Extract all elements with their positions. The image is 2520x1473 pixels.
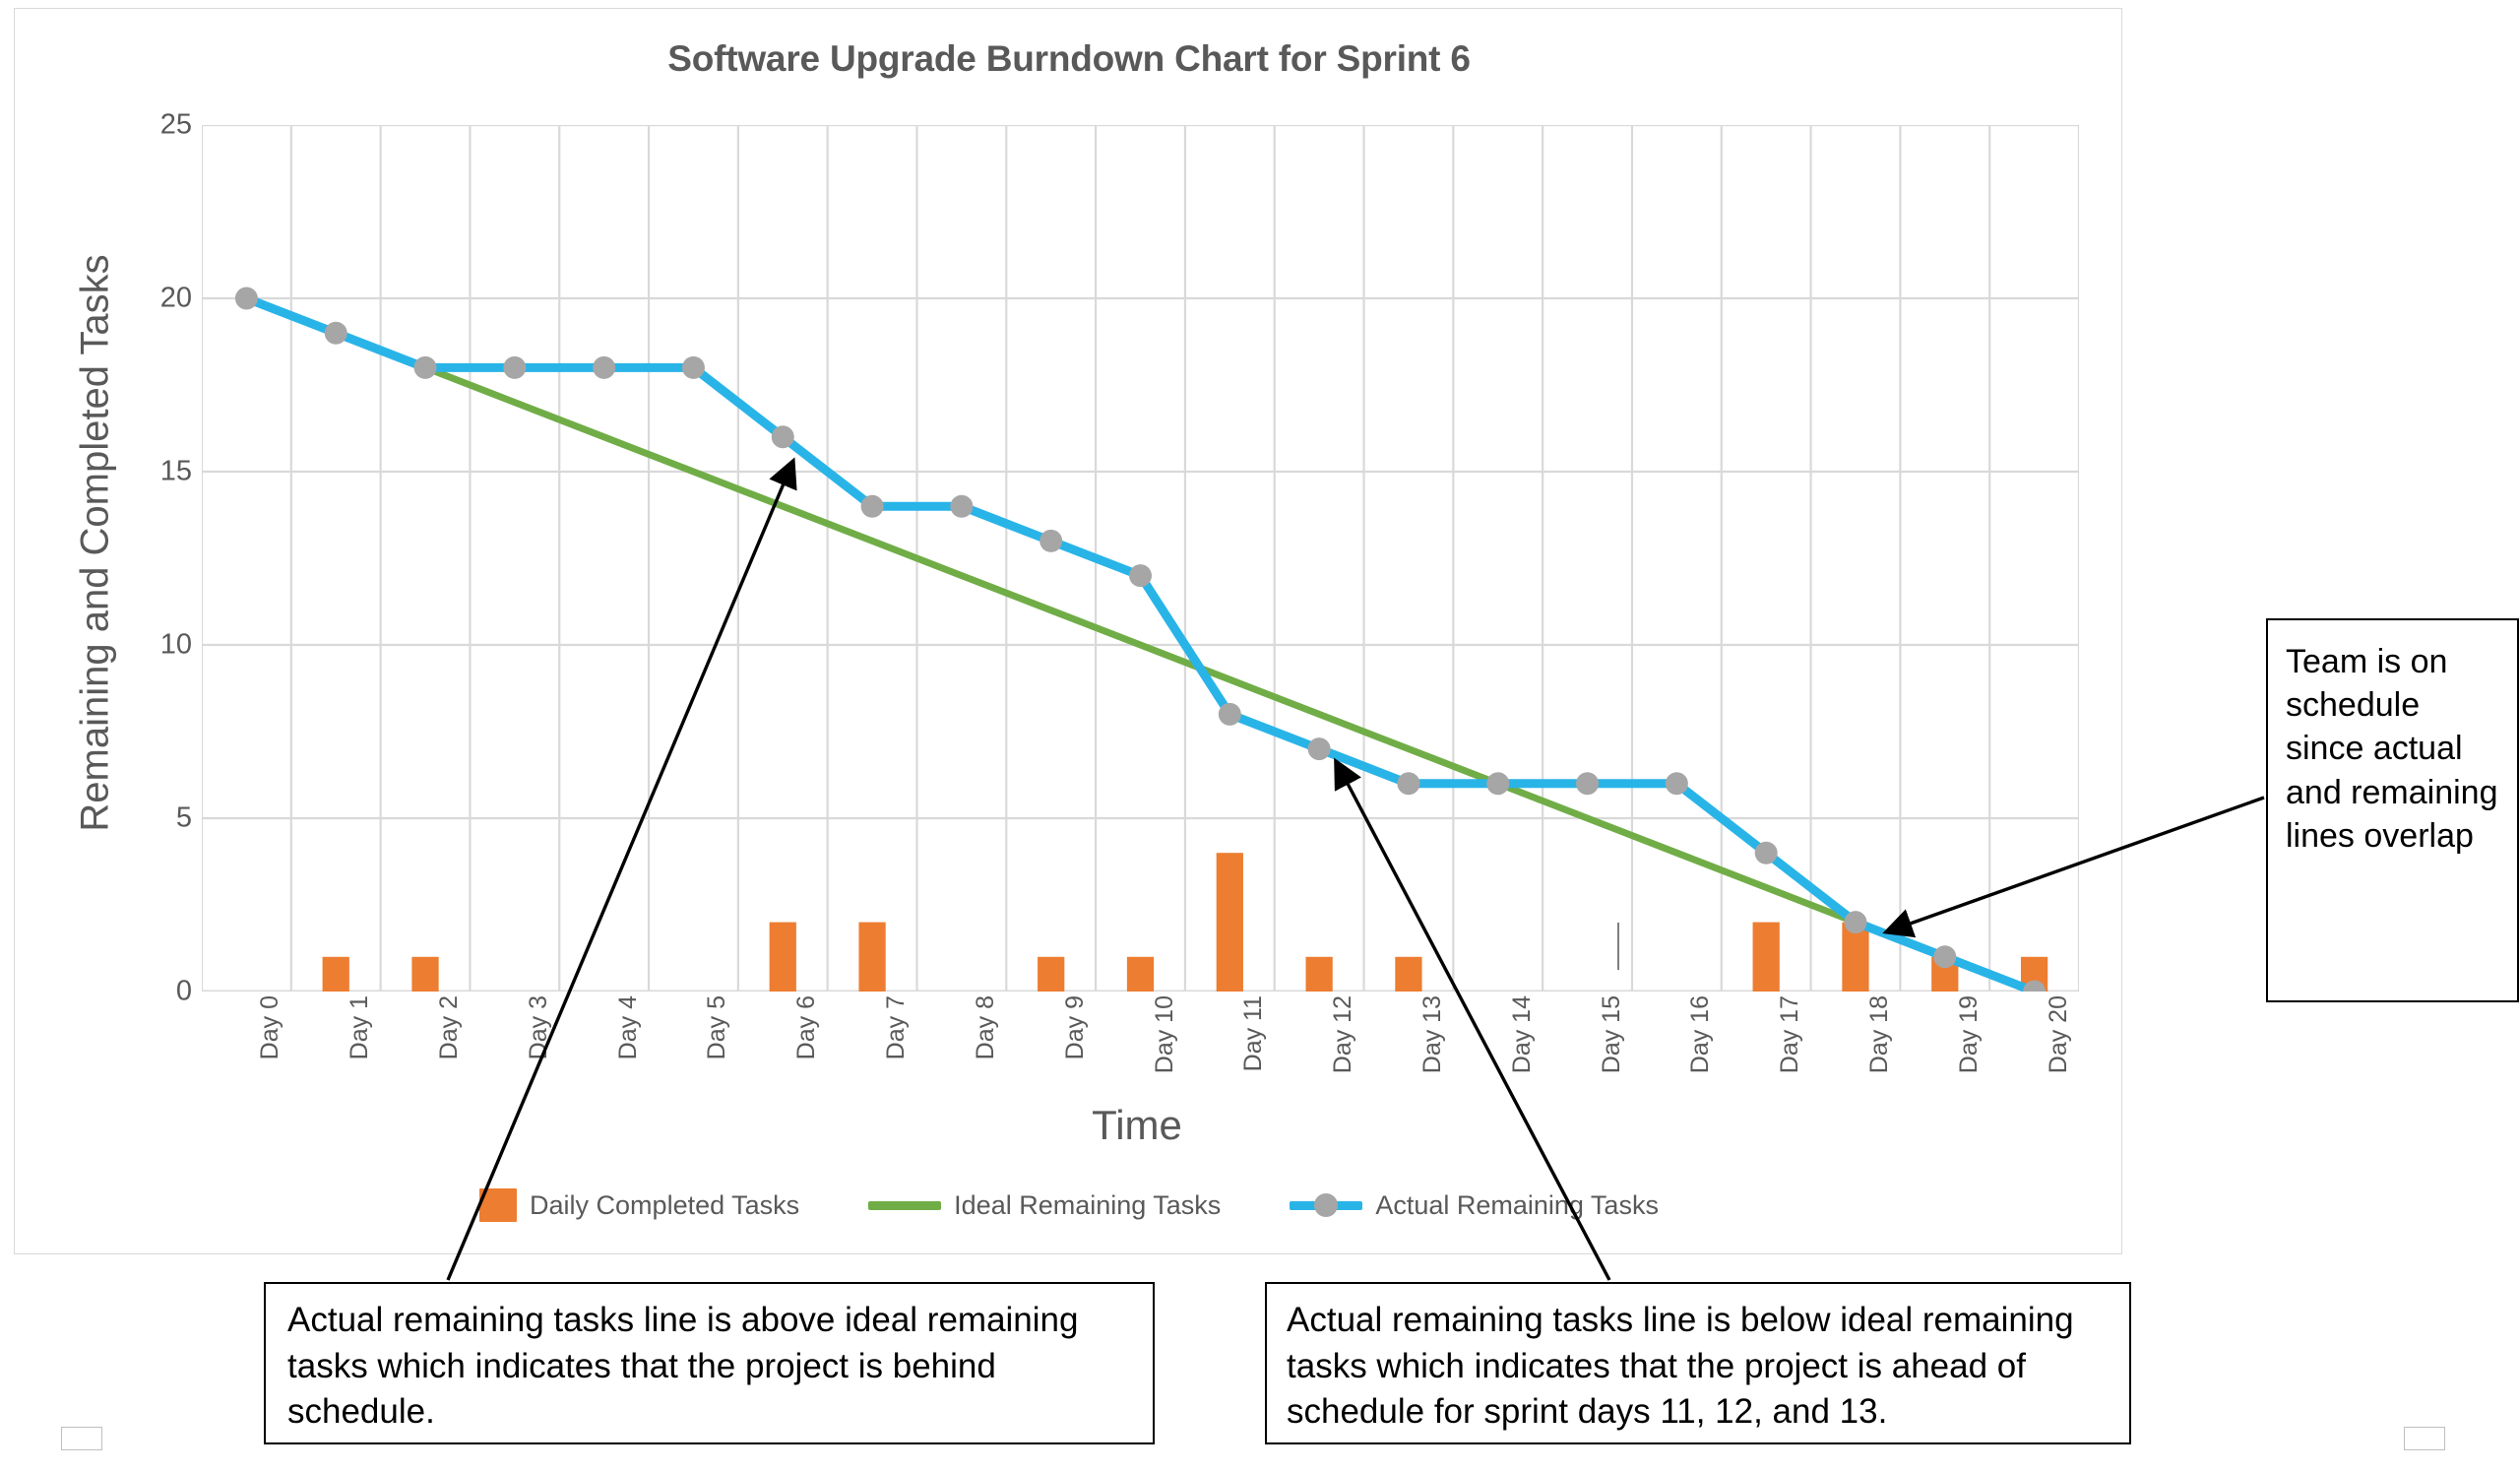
legend-item-label: Actual Remaining Tasks (1375, 1189, 1659, 1220)
x-axis-ticks: Day 0 Day 1 Day 2 Day 3 Day 4 Day 5 Day 6 Day 7… (202, 995, 2079, 1094)
x-axis-tick-label: Day 17 (1776, 995, 1804, 1074)
x-axis-tick-label: Day 16 (1686, 995, 1715, 1074)
x-axis-tick-label: Day 3 (524, 995, 552, 1060)
page-corner-mark-left (61, 1427, 102, 1450)
data-point-actual-remaining-tasks[interactable] (1486, 772, 1510, 796)
legend-swatch-line-icon (1290, 1193, 1363, 1217)
y-axis-ticks: 0 5 10 15 20 25 (123, 109, 192, 1007)
data-point-actual-remaining-tasks[interactable] (1397, 772, 1420, 796)
data-point-actual-remaining-tasks[interactable] (1040, 529, 1063, 552)
x-axis-tick-label: Day 9 (1060, 995, 1089, 1060)
bar-daily-completed-tasks[interactable] (1395, 956, 1422, 992)
x-axis-tick-label: Day 5 (703, 995, 731, 1060)
x-axis-tick-label: Day 4 (613, 995, 642, 1060)
bar-daily-completed-tasks[interactable] (769, 922, 796, 992)
bar-daily-completed-tasks[interactable] (1305, 956, 1333, 992)
x-axis-tick-label: Day 15 (1597, 995, 1625, 1074)
plot-area (202, 125, 2079, 992)
data-point-actual-remaining-tasks[interactable] (1307, 737, 1331, 761)
x-axis-tick-label: Day 6 (792, 995, 821, 1060)
x-axis-tick-label: Day 13 (1418, 995, 1446, 1074)
y-axis-tick-label: 20 (159, 282, 192, 314)
data-point-actual-remaining-tasks[interactable] (503, 355, 527, 379)
bar-daily-completed-tasks[interactable] (858, 922, 886, 992)
chart-title: Software Upgrade Burndown Chart for Spri… (667, 38, 1471, 79)
data-point-actual-remaining-tasks[interactable] (324, 321, 347, 345)
y-axis-tick-label: 0 (175, 975, 192, 1007)
x-axis-tick-label: Day 1 (346, 995, 374, 1060)
y-axis-title: Remaining and Completed Tasks (73, 254, 117, 832)
annotation-behind-schedule[interactable]: Actual remaining tasks line is above ide… (264, 1282, 1155, 1444)
data-point-actual-remaining-tasks[interactable] (1844, 911, 1867, 934)
legend-swatch-marker-icon (1314, 1193, 1339, 1217)
bar-daily-completed-tasks[interactable] (411, 956, 439, 992)
legend-item-1[interactable]: Daily Completed Tasks (479, 1188, 799, 1222)
data-point-actual-remaining-tasks[interactable] (1754, 841, 1778, 865)
plot-svg (202, 125, 2079, 992)
data-point-actual-remaining-tasks[interactable] (1218, 702, 1241, 726)
x-axis-tick-label: Day 2 (435, 995, 464, 1060)
data-point-actual-remaining-tasks[interactable] (1576, 772, 1600, 796)
legend-swatch-bar-icon (479, 1188, 518, 1222)
x-axis-tick-label: Day 11 (1239, 995, 1268, 1072)
x-axis-tick-label: Day 20 (2044, 995, 2072, 1074)
data-point-actual-remaining-tasks[interactable] (413, 355, 437, 379)
x-axis-tick-label: Day 12 (1329, 995, 1357, 1074)
bar-daily-completed-tasks[interactable] (1752, 922, 1780, 992)
x-axis-tick-label: Day 7 (882, 995, 911, 1060)
frame-edge-mark (1617, 923, 1619, 970)
data-point-actual-remaining-tasks[interactable] (771, 425, 794, 449)
data-point-actual-remaining-tasks[interactable] (681, 355, 705, 379)
data-point-actual-remaining-tasks[interactable] (950, 494, 974, 518)
x-axis-tick-label: Day 10 (1150, 995, 1178, 1074)
legend-item-label: Daily Completed Tasks (530, 1189, 800, 1220)
x-axis-tick-label: Day 8 (971, 995, 999, 1060)
annotation-on-schedule[interactable]: Team is on schedule since actual and rem… (2266, 618, 2519, 1002)
y-axis-tick-label: 5 (175, 801, 192, 834)
data-point-actual-remaining-tasks[interactable] (860, 494, 884, 518)
legend-swatch-line-icon (868, 1200, 942, 1210)
slide-canvas: Software Upgrade Burndown Chart for Spri… (0, 0, 2520, 1473)
page-corner-mark-right (2404, 1427, 2445, 1450)
y-axis-tick-label: 15 (159, 455, 192, 487)
annotation-ahead-of-schedule-text: Actual remaining tasks line is below ide… (1287, 1301, 2074, 1432)
chart-container[interactable]: Software Upgrade Burndown Chart for Spri… (14, 8, 2122, 1254)
y-axis-tick-label: 25 (159, 108, 192, 141)
data-point-actual-remaining-tasks[interactable] (593, 355, 616, 379)
bar-daily-completed-tasks[interactable] (1126, 956, 1155, 992)
data-point-actual-remaining-tasks[interactable] (1933, 945, 1957, 969)
y-axis-tick-label: 10 (159, 628, 192, 661)
annotation-ahead-of-schedule[interactable]: Actual remaining tasks line is below ide… (1265, 1282, 2131, 1444)
chart-legend[interactable]: Daily Completed Tasks Ideal Remaining Tas… (15, 1188, 2123, 1222)
annotation-on-schedule-text: Team is on schedule since actual and rem… (2286, 643, 2498, 855)
x-axis-tick-label: Day 19 (1954, 995, 1983, 1074)
data-point-actual-remaining-tasks[interactable] (1129, 564, 1152, 588)
data-point-actual-remaining-tasks[interactable] (234, 287, 258, 310)
legend-item-2[interactable]: Ideal Remaining Tasks (868, 1190, 1221, 1221)
legend-item-3[interactable]: Actual Remaining Tasks (1290, 1190, 1659, 1221)
x-axis-tick-label: Day 0 (256, 995, 284, 1060)
data-point-actual-remaining-tasks[interactable] (1665, 772, 1688, 796)
legend-item-label: Ideal Remaining Tasks (954, 1189, 1222, 1220)
annotation-behind-schedule-text: Actual remaining tasks line is above ide… (287, 1301, 1079, 1432)
x-axis-tick-label: Day 18 (1864, 995, 1893, 1074)
bar-daily-completed-tasks[interactable] (1038, 956, 1065, 992)
bar-daily-completed-tasks[interactable] (1216, 853, 1243, 992)
bar-daily-completed-tasks[interactable] (322, 956, 349, 992)
x-axis-tick-label: Day 14 (1507, 995, 1536, 1074)
